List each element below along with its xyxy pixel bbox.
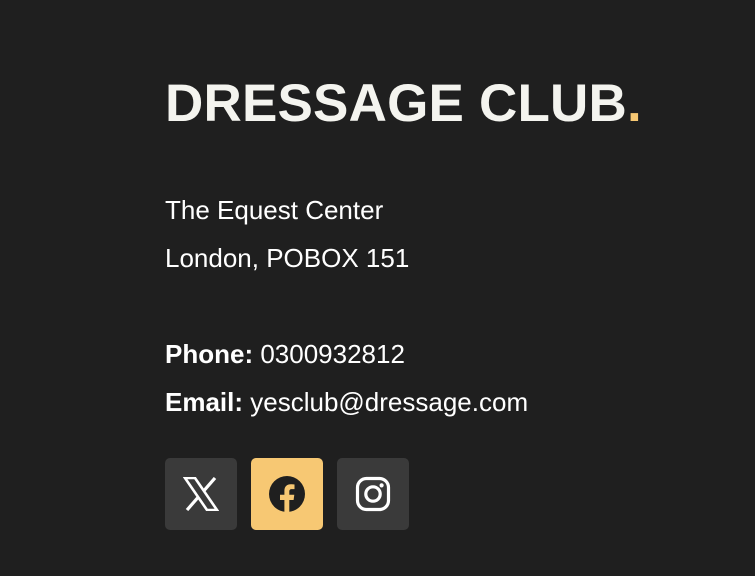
phone-label: Phone:: [165, 339, 254, 369]
address-line-2: London, POBOX 151: [165, 243, 410, 273]
instagram-button[interactable]: [337, 458, 409, 530]
x-twitter-icon: [183, 477, 219, 511]
email-label: Email:: [165, 387, 244, 417]
facebook-button[interactable]: [251, 458, 323, 530]
email-link[interactable]: yesclub@dressage.com: [243, 387, 528, 417]
instagram-icon: [355, 476, 391, 512]
brand-title: DRESSAGE CLUB.: [165, 74, 725, 134]
phone-value: 0300932812: [253, 339, 405, 369]
social-links: [165, 458, 725, 530]
facebook-icon: [269, 476, 305, 513]
email-line: Email: yesclub@dressage.com: [165, 378, 725, 426]
phone-line: Phone: 0300932812: [165, 330, 725, 378]
address: The Equest Center London, POBOX 151: [165, 186, 725, 282]
footer-contact-block: DRESSAGE CLUB. The Equest Center London,…: [165, 74, 725, 530]
contact-info: Phone: 0300932812 Email: yesclub@dressag…: [165, 330, 725, 426]
address-line-1: The Equest Center: [165, 195, 384, 225]
x-twitter-button[interactable]: [165, 458, 237, 530]
brand-name: DRESSAGE CLUB: [165, 74, 627, 133]
brand-accent-dot: .: [626, 74, 642, 133]
